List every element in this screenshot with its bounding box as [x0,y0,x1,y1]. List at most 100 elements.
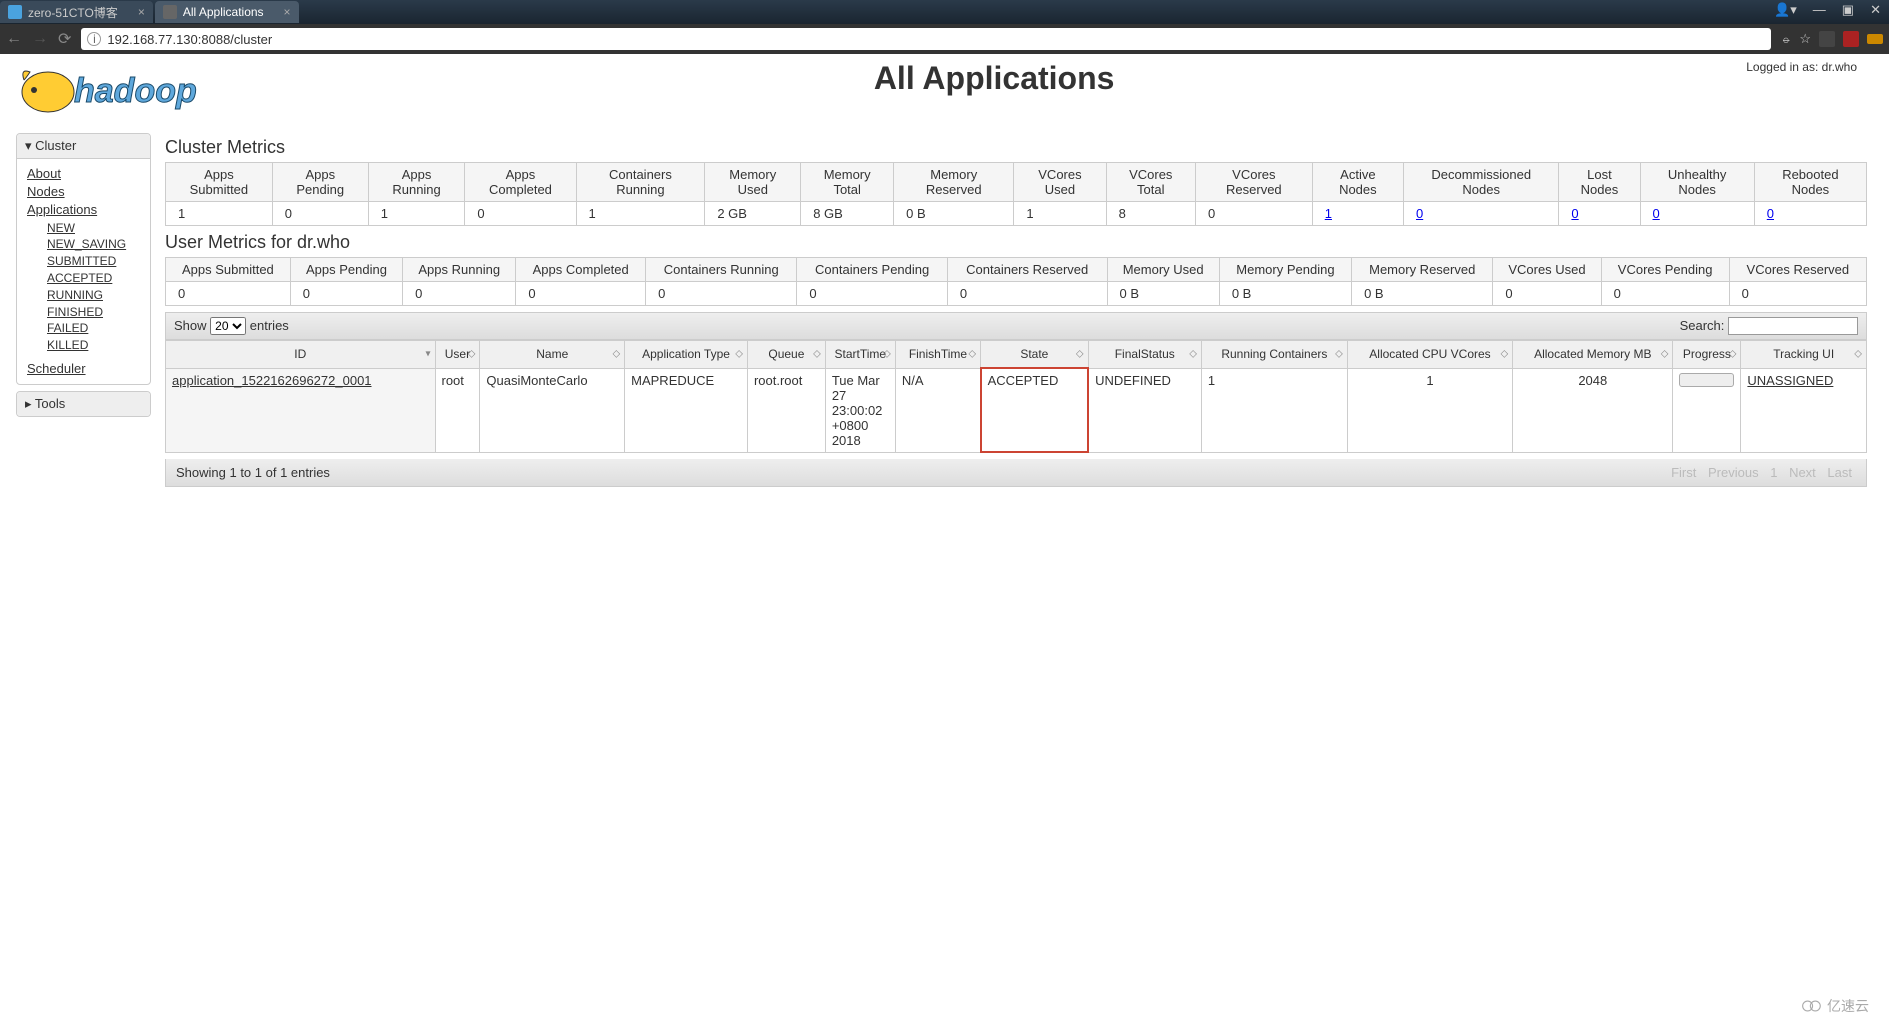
apps-col-header[interactable]: FinishTime◇ [895,341,980,369]
cm-value: 0 [1195,202,1312,226]
cell-starttime: Tue Mar 27 23:00:02 +0800 2018 [825,368,895,452]
sidebar-link-applications[interactable]: Applications [27,201,140,219]
address-bar: ← → ⟳ i 192.168.77.130:8088/cluster ⦵ ☆ [0,24,1889,54]
cm-value: 0 [1754,202,1866,226]
forward-button[interactable]: → [32,30,48,48]
user-icon[interactable]: 👤▾ [1770,2,1801,18]
ext-icon-1[interactable] [1819,31,1835,47]
cm-header: Decommissioned Nodes [1403,163,1558,202]
cm-header: Apps Completed [465,163,576,202]
cm-value: 1 [1014,202,1106,226]
cm-header: Apps Submitted [166,163,273,202]
browser-tab-1[interactable]: All Applications × [155,1,299,23]
um-header: Memory Pending [1219,258,1351,282]
translate-icon[interactable]: ⦵ [1781,32,1791,47]
url-input[interactable]: i 192.168.77.130:8088/cluster [81,28,1771,50]
reload-button[interactable]: ⟳ [58,29,71,49]
apps-col-header[interactable]: Application Type◇ [625,341,748,369]
um-header: Apps Completed [516,258,646,282]
cm-value: 2 GB [705,202,801,226]
sidebar-link-state-failed[interactable]: FAILED [47,320,140,337]
sidebar-link-about[interactable]: About [27,165,140,183]
cell-queue: root.root [747,368,825,452]
sidebar-section-cluster[interactable]: ▾ Cluster [17,134,150,159]
apps-col-header[interactable]: Name◇ [480,341,625,369]
pager-first[interactable]: First [1671,465,1696,480]
apps-col-header[interactable]: StartTime◇ [825,341,895,369]
pager-prev[interactable]: Previous [1708,465,1759,480]
cm-header: Memory Reserved [894,163,1014,202]
ext-icon-2[interactable] [1843,31,1859,47]
sort-icon: ◇ [1661,349,1669,360]
sidebar-link-state-finished[interactable]: FINISHED [47,304,140,321]
um-header: Containers Reserved [947,258,1107,282]
length-select[interactable]: 20 [210,317,246,335]
apps-col-header[interactable]: Running Containers◇ [1201,341,1347,369]
apps-col-header[interactable]: Tracking UI◇ [1741,341,1867,369]
pager-page[interactable]: 1 [1770,465,1777,480]
info-icon[interactable]: i [87,32,101,46]
ext-icon-3[interactable] [1867,34,1883,44]
cm-value: 0 [1403,202,1558,226]
close-icon[interactable]: × [284,5,291,19]
apps-col-header[interactable]: Progress◇ [1673,341,1741,369]
cm-node-link[interactable]: 0 [1416,206,1423,221]
apps-col-header[interactable]: FinalStatus◇ [1088,341,1201,369]
tracking-ui-link[interactable]: UNASSIGNED [1747,373,1833,388]
sidebar-link-state-submitted[interactable]: SUBMITTED [47,253,140,270]
sidebar-section-tools[interactable]: ▸ Tools [17,392,150,416]
sort-icon: ◇ [1189,349,1197,360]
sidebar-link-state-new[interactable]: NEW [47,220,140,237]
apps-col-header[interactable]: Allocated CPU VCores◇ [1347,341,1512,369]
cluster-metrics-table: Apps SubmittedApps PendingApps RunningAp… [165,162,1867,226]
um-value: 0 [797,282,948,306]
apps-col-header[interactable]: ID▾ [166,341,436,369]
close-icon[interactable]: × [138,5,145,19]
sidebar-link-state-running[interactable]: RUNNING [47,287,140,304]
sidebar-link-state-new-saving[interactable]: NEW_SAVING [47,236,140,253]
cm-value: 8 [1106,202,1195,226]
apps-col-header[interactable]: State◇ [981,341,1089,369]
cm-node-link[interactable]: 0 [1653,206,1660,221]
watermark-text: 亿速云 [1827,996,1869,1016]
sidebar-link-nodes[interactable]: Nodes [27,183,140,201]
um-value: 0 [947,282,1107,306]
close-window-icon[interactable]: ✕ [1866,2,1885,18]
search-input[interactable] [1728,317,1858,335]
sort-icon: ◇ [1076,349,1084,360]
sort-icon: ◇ [813,349,821,360]
sidebar-link-state-killed[interactable]: KILLED [47,337,140,354]
um-header: VCores Pending [1601,258,1729,282]
pager-last[interactable]: Last [1827,465,1852,480]
um-value: 0 [1601,282,1729,306]
app-id-link[interactable]: application_1522162696272_0001 [172,373,372,388]
star-icon[interactable]: ☆ [1799,31,1811,47]
sort-icon: ◇ [1729,349,1737,360]
maximize-icon[interactable]: ▣ [1838,2,1858,18]
cell-state: ACCEPTED [981,368,1089,452]
minimize-icon[interactable]: — [1809,2,1830,18]
hadoop-logo: hadoop [12,60,242,123]
tab-favicon [8,5,22,19]
sort-icon: ◇ [612,349,620,360]
search-label: Search: [1680,318,1725,333]
sidebar-link-state-accepted[interactable]: ACCEPTED [47,270,140,287]
page-title: All Applications [242,60,1746,97]
browser-tab-0[interactable]: zero-51CTO博客 × [0,1,153,23]
cell-containers: 1 [1201,368,1347,452]
apps-col-header[interactable]: User◇ [435,341,480,369]
apps-col-header[interactable]: Allocated Memory MB◇ [1513,341,1673,369]
tab-title: zero-51CTO博客 [28,4,118,21]
cm-node-link[interactable]: 0 [1571,206,1578,221]
pager-next[interactable]: Next [1789,465,1816,480]
back-button[interactable]: ← [6,30,22,48]
sidebar-link-scheduler[interactable]: Scheduler [27,360,140,378]
login-status: Logged in as: dr.who [1746,60,1877,74]
apps-col-header[interactable]: Queue◇ [747,341,825,369]
um-header: Memory Used [1107,258,1219,282]
cm-node-link[interactable]: 1 [1325,206,1332,221]
cell-name: QuasiMonteCarlo [480,368,625,452]
sort-icon: ◇ [1335,349,1343,360]
cm-node-link[interactable]: 0 [1767,206,1774,221]
sort-icon: ◇ [968,349,976,360]
